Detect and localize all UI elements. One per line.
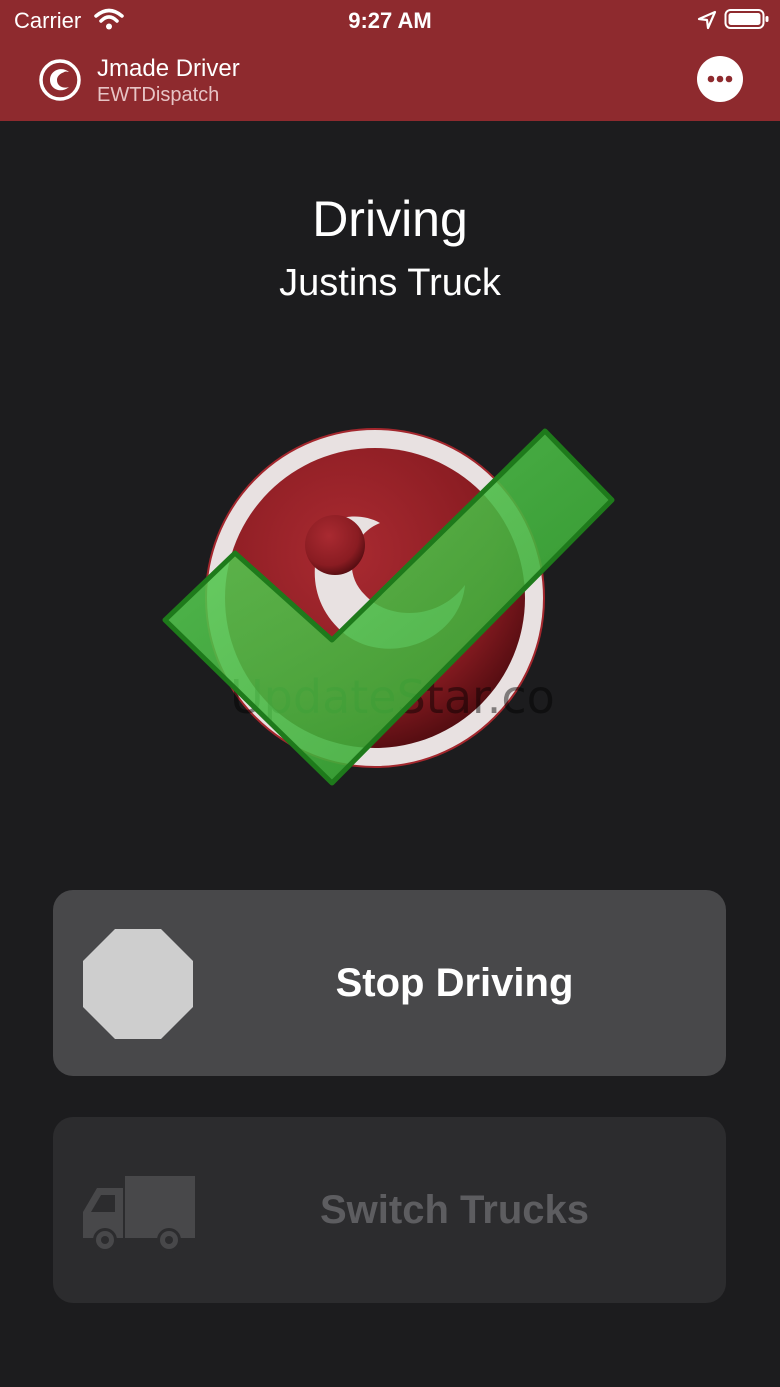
app-header: Carrier 9:27 AM Jmade Driver EWTDispatch [0, 0, 780, 121]
switch-trucks-label: Switch Trucks [320, 1187, 589, 1232]
status-bar: Carrier 9:27 AM [0, 0, 780, 40]
app-title: Jmade Driver [97, 55, 240, 82]
truck-icon [83, 1176, 195, 1252]
clock-label: 9:27 AM [348, 8, 432, 33]
driving-status-graphic: UpdateStar.co [162, 428, 615, 786]
ellipsis-icon [707, 75, 733, 83]
more-options-button[interactable] [697, 56, 743, 102]
stop-driving-label: Stop Driving [335, 960, 574, 1005]
driving-status-title: Driving [312, 191, 468, 247]
stop-octagon-icon [83, 929, 193, 1039]
battery-icon [724, 9, 769, 29]
app-subtitle: EWTDispatch [97, 84, 220, 106]
location-arrow-icon [697, 10, 717, 30]
switch-trucks-button[interactable]: Switch Trucks [53, 1117, 726, 1303]
stop-driving-button[interactable]: Stop Driving [53, 890, 726, 1076]
truck-name-label: Justins Truck [279, 262, 501, 304]
app-logo-icon [39, 59, 81, 101]
